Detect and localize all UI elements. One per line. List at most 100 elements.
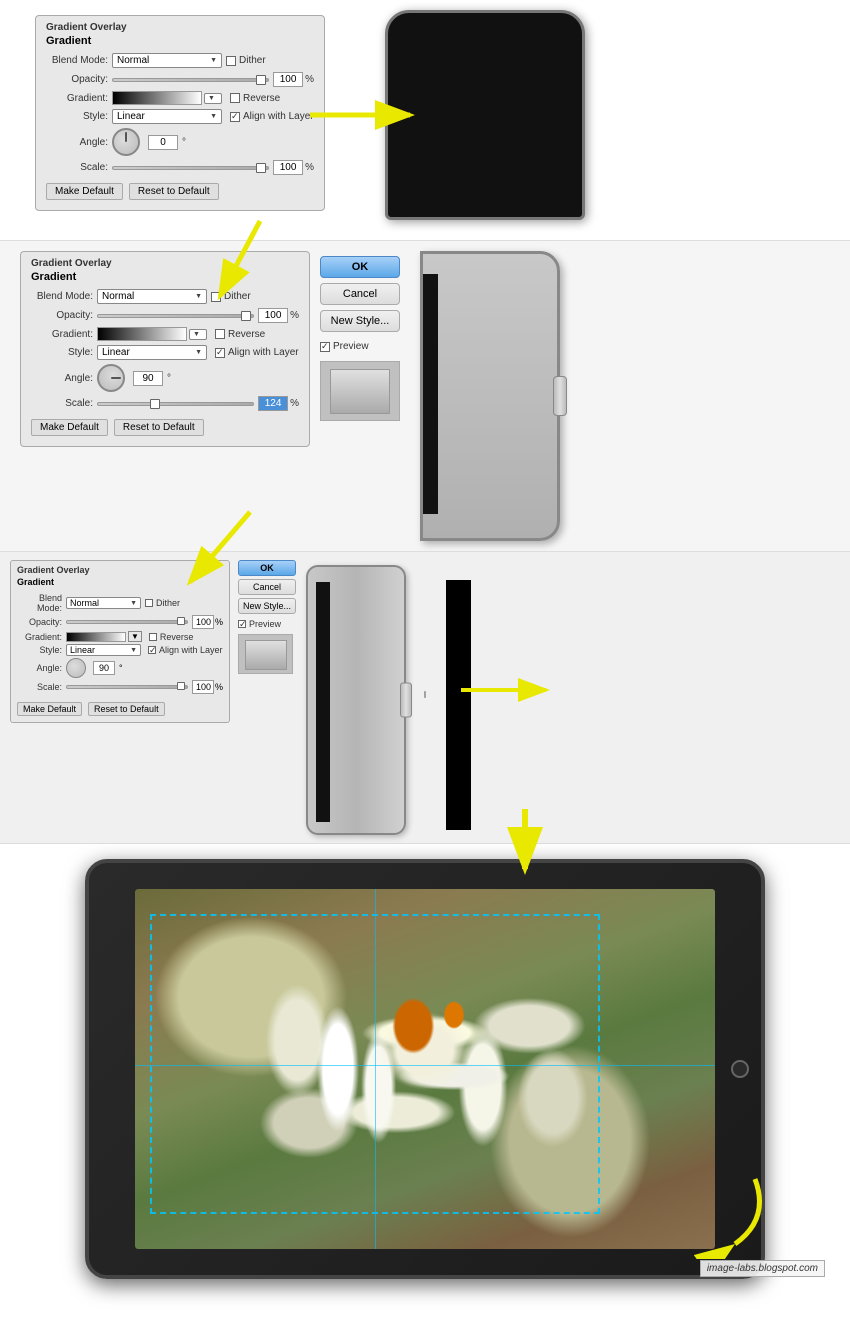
reverse-check-2[interactable]: Reverse — [215, 329, 265, 340]
gradient-dropdown-3[interactable]: ▼ — [128, 631, 142, 642]
align-layer-check[interactable]: Align with Layer — [230, 111, 314, 122]
angle-unit-3: ° — [119, 663, 123, 673]
blend-mode-select-3[interactable]: Normal ▼ — [66, 597, 141, 609]
panel1-subtitle: Gradient — [46, 35, 314, 47]
make-default-btn-3[interactable]: Make Default — [17, 702, 82, 716]
scale-label-3: Scale: — [17, 682, 62, 692]
gradient-bar-3[interactable] — [66, 632, 126, 642]
blend-mode-arrow: ▼ — [210, 57, 217, 64]
preview-check-2[interactable]: Preview — [320, 341, 400, 352]
angle-knob[interactable] — [112, 128, 140, 156]
angle-knob-2[interactable] — [97, 364, 125, 392]
reverse-check[interactable]: Reverse — [230, 93, 280, 104]
gradient-bar[interactable] — [112, 91, 202, 105]
reverse-checkbox[interactable] — [230, 93, 240, 103]
blend-mode-row: Blend Mode: Normal ▼ Dither — [46, 53, 314, 68]
scale-thumb-2[interactable] — [150, 399, 160, 409]
reset-default-btn-3[interactable]: Reset to Default — [88, 702, 165, 716]
gradient-dropdown[interactable]: ▼ — [204, 93, 222, 104]
screen-edge-2 — [423, 274, 438, 514]
make-default-btn-2[interactable]: Make Default — [31, 419, 108, 436]
angle-label: Angle: — [46, 137, 108, 148]
style-value-2: Linear — [102, 347, 130, 358]
align-layer-checkbox[interactable] — [230, 112, 240, 122]
gradient-overlay-panel-1: Gradient Overlay Gradient Blend Mode: No… — [35, 15, 325, 211]
dither-check[interactable]: Dither — [226, 55, 266, 66]
style-label: Style: — [46, 111, 108, 122]
dither-label: Dither — [239, 55, 266, 66]
opacity-value-3[interactable]: 100 — [192, 615, 214, 629]
style-row-2: Style: Linear ▼ Align with Layer — [31, 345, 299, 360]
opacity-slider-2[interactable] — [97, 314, 254, 318]
angle-value[interactable]: 0 — [148, 135, 178, 150]
new-style-button-2[interactable]: New Style... — [320, 310, 400, 332]
style-select[interactable]: Linear ▼ — [112, 109, 222, 124]
align-layer-check-2[interactable]: Align with Layer — [215, 347, 299, 358]
scale-thumb-3[interactable] — [177, 682, 185, 690]
ok-button-2[interactable]: OK — [320, 256, 400, 278]
gradient-row: Gradient: ▼ Reverse — [46, 91, 314, 105]
style-select-3[interactable]: Linear ▼ — [66, 644, 141, 656]
gradient-dropdown-2[interactable]: ▼ — [189, 329, 207, 340]
ok-button-3[interactable]: OK — [238, 560, 296, 576]
scale-slider-3[interactable] — [66, 685, 188, 689]
preview-check-3[interactable]: Preview — [238, 619, 296, 629]
scale-label: Scale: — [46, 162, 108, 173]
cancel-button-3[interactable]: Cancel — [238, 579, 296, 595]
new-style-button-3[interactable]: New Style... — [238, 598, 296, 614]
section2: Gradient Overlay Gradient Blend Mode: No… — [0, 240, 850, 551]
opacity-label: Opacity: — [46, 74, 108, 85]
style-row: Style: Linear ▼ Align with Layer — [46, 109, 314, 124]
make-default-btn-1[interactable]: Make Default — [46, 183, 123, 200]
section4: image-labs.blogspot.com — [0, 843, 850, 1299]
blend-mode-label-2: Blend Mode: — [31, 291, 93, 302]
preview-checkbox-3[interactable] — [238, 620, 246, 628]
ipad-home-button[interactable] — [731, 1060, 749, 1078]
opacity-value[interactable]: 100 — [273, 72, 303, 87]
opacity-thumb[interactable] — [256, 75, 266, 85]
scale-value[interactable]: 100 — [273, 160, 303, 175]
angle-value-3[interactable]: 90 — [93, 661, 115, 675]
preview-inner-3 — [245, 640, 287, 670]
scale-value-3[interactable]: 100 — [192, 680, 214, 694]
panel2-subtitle: Gradient — [31, 271, 299, 283]
gradient-label-2: Gradient: — [31, 329, 93, 340]
angle-value-2[interactable]: 90 — [133, 371, 163, 386]
arrow-right-3 — [456, 670, 556, 710]
reset-default-btn-1[interactable]: Reset to Default — [129, 183, 219, 200]
reset-default-btn-2[interactable]: Reset to Default — [114, 419, 204, 436]
angle-knob-3[interactable] — [66, 658, 86, 678]
style-value: Linear — [117, 111, 145, 122]
opacity-thumb-2[interactable] — [241, 311, 251, 321]
opacity-thumb-3[interactable] — [177, 617, 185, 625]
scale-unit-2: % — [290, 398, 299, 409]
align-layer-checkbox-3[interactable] — [148, 646, 156, 654]
opacity-slider-3[interactable] — [66, 620, 188, 624]
opacity-value-2[interactable]: 100 — [258, 308, 288, 323]
dither-check-3[interactable]: Dither — [145, 598, 180, 608]
dither-checkbox-2[interactable] — [211, 292, 221, 302]
dither-check-2[interactable]: Dither — [211, 291, 251, 302]
reverse-checkbox-2[interactable] — [215, 329, 225, 339]
align-layer-checkbox-2[interactable] — [215, 348, 225, 358]
scale-slider[interactable] — [112, 166, 269, 170]
scale-thumb[interactable] — [256, 163, 266, 173]
blend-mode-select-2[interactable]: Normal ▼ — [97, 289, 207, 304]
reverse-check-3[interactable]: Reverse — [149, 632, 194, 642]
preview-checkbox-2[interactable] — [320, 342, 330, 352]
blend-mode-select[interactable]: Normal ▼ — [112, 53, 222, 68]
ipad-landscape-screen — [135, 889, 715, 1249]
opacity-unit: % — [305, 74, 314, 85]
reverse-label: Reverse — [243, 93, 280, 104]
scale-value-2[interactable]: 124 — [258, 396, 288, 411]
style-select-2[interactable]: Linear ▼ — [97, 345, 207, 360]
scale-slider-2[interactable] — [97, 402, 254, 406]
dither-checkbox[interactable] — [226, 56, 236, 66]
ipad-top-device — [385, 10, 585, 220]
align-layer-check-3[interactable]: Align with Layer — [148, 645, 223, 655]
cancel-button-2[interactable]: Cancel — [320, 283, 400, 305]
dither-checkbox-3[interactable] — [145, 599, 153, 607]
reverse-checkbox-3[interactable] — [149, 633, 157, 641]
gradient-bar-2[interactable] — [97, 327, 187, 341]
opacity-slider[interactable] — [112, 78, 269, 82]
